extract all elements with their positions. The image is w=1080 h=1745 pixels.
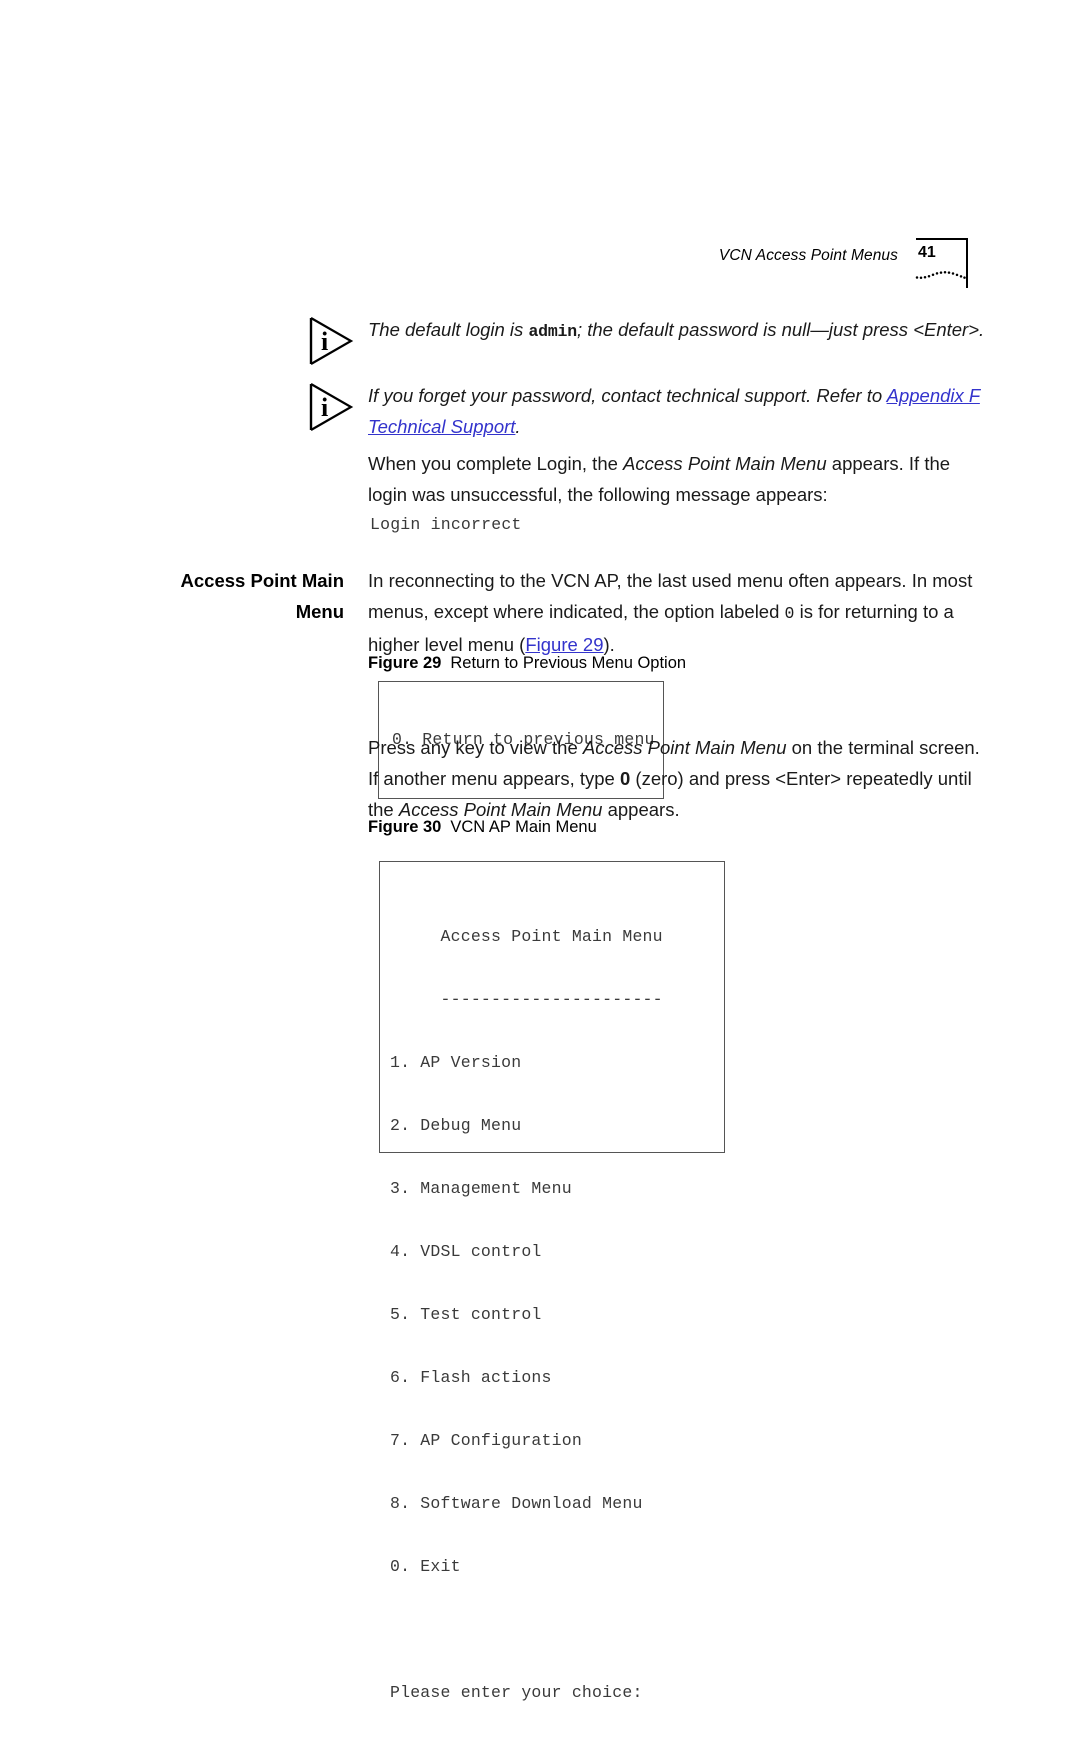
menu-name-italic-1: Access Point Main Menu [582, 737, 787, 758]
key-zero: 0 [619, 768, 631, 789]
menu-name-italic: Access Point Main Menu [623, 453, 827, 474]
paragraph-text-1: When you complete Login, the [368, 453, 624, 474]
paragraph-text-1: Press any key to view the [368, 737, 583, 758]
note-text-part-2: ; the default password is null—just pres… [576, 319, 985, 340]
terminal-menu-item-3: 3. Management Menu [390, 1179, 572, 1198]
default-login-value: admin [528, 322, 577, 341]
side-heading-line-1: Access Point Main [180, 570, 344, 591]
running-header: VCN Access Point Menus 41 [719, 238, 968, 292]
note-text: The default login is admin; the default … [368, 314, 988, 347]
terminal-menu-item-6: 6. Flash actions [390, 1368, 552, 1387]
terminal-menu-item-1: 1. AP Version [390, 1053, 522, 1072]
paragraph-reconnecting: In reconnecting to the VCN AP, the last … [368, 565, 984, 660]
terminal-menu-item-5: 5. Test control [390, 1305, 542, 1324]
terminal-menu-item-7: 7. AP Configuration [390, 1431, 582, 1450]
terminal-menu-item-4: 4. VDSL control [390, 1242, 542, 1261]
side-heading-line-2: Menu [295, 601, 344, 622]
header-corner-rule: 41 [915, 238, 968, 290]
sample-login-incorrect: Login incorrect [370, 515, 522, 534]
paragraph-login-complete: When you complete Login, the Access Poin… [368, 448, 984, 510]
link-figure-29[interactable]: Figure 29 [525, 634, 603, 655]
option-zero-code: 0 [784, 604, 795, 623]
terminal-line-divider: ---------------------- [390, 990, 663, 1009]
figure-30-title: VCN AP Main Menu [450, 818, 597, 836]
svg-text:i: i [321, 327, 328, 356]
page-number: 41 [918, 244, 936, 261]
info-icon: i [309, 383, 354, 431]
paragraph-text-4: appears. [602, 799, 680, 820]
side-heading-access-point-main-menu: Access Point Main Menu [130, 565, 344, 627]
note-text-part-1: If you forget your password, contact tec… [368, 385, 887, 406]
header-dotted-wave-decoration [915, 271, 966, 280]
note-forgot-password: i If you forget your password, contact t… [308, 380, 988, 442]
figure-29-number: Figure 29 [368, 654, 442, 672]
figure-30-terminal-box: Access Point Main Menu -----------------… [379, 861, 725, 1702]
svg-text:i: i [321, 393, 328, 422]
menu-name-italic-2: Access Point Main Menu [398, 799, 603, 820]
figure-29-title: Return to Previous Menu Option [450, 654, 687, 672]
terminal-prompt: Please enter your choice: [390, 1683, 643, 1702]
terminal-menu-item-0: 0. Exit [390, 1557, 461, 1576]
figure-29-caption: Figure 29 Return to Previous Menu Option [368, 654, 686, 673]
paragraph-text-3: ). [603, 634, 615, 655]
header-horizontal-rule [916, 238, 966, 241]
terminal-menu-item-8: 8. Software Download Menu [390, 1494, 643, 1513]
link-technical-support[interactable]: Technical Support [368, 416, 515, 437]
note-default-login: i The default login is admin; the defaul… [308, 314, 988, 366]
note-text: If you forget your password, contact tec… [368, 380, 988, 442]
info-icon: i [309, 317, 354, 365]
terminal-line-title: Access Point Main Menu [390, 927, 663, 946]
note-text-part-1: The default login is [368, 319, 529, 340]
terminal-menu-item-2: 2. Debug Menu [390, 1116, 522, 1135]
figure-30-caption: Figure 30 VCN AP Main Menu [368, 818, 597, 837]
header-chapter-title: VCN Access Point Menus [718, 247, 898, 264]
paragraph-press-any-key: Press any key to view the Access Point M… [368, 732, 988, 825]
figure-30-number: Figure 30 [368, 818, 442, 836]
document-page: VCN Access Point Menus 41 i The default … [0, 0, 1080, 1702]
link-appendix-f[interactable]: Appendix F [887, 385, 980, 406]
note-text-part-3: . [515, 416, 521, 437]
